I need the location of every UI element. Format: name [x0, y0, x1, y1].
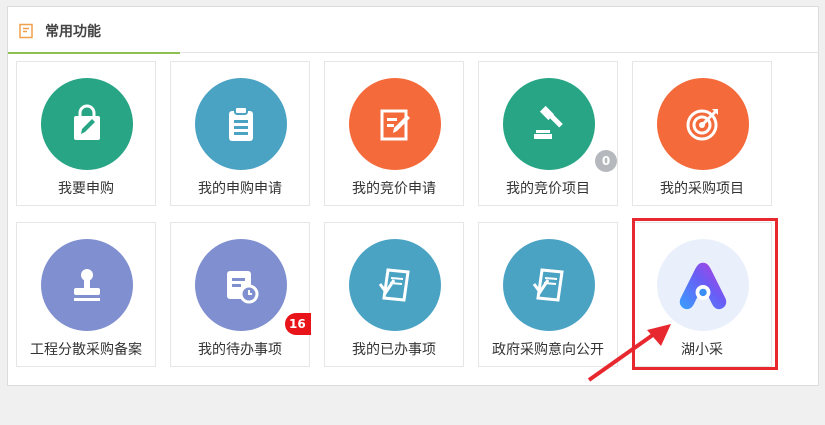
tile-icon-circle	[503, 239, 595, 331]
tile-label: 政府采购意向公开	[492, 342, 604, 358]
hu-xiao-cai-logo-icon	[679, 262, 727, 310]
tile-icon-circle	[195, 239, 287, 331]
clipboard-list-icon	[229, 106, 253, 141]
tile-icon-circle	[657, 78, 749, 170]
tile-icon-circle	[41, 78, 133, 170]
tile-label: 我要申购	[58, 181, 114, 197]
common-functions-panel: 常用功能 我要申购 我的申购申请 我的竞价申请 0 我的竞价项目 我的采购项目 …	[7, 6, 819, 386]
tile-label: 我的申购申请	[198, 181, 282, 197]
tile-wo-de-dai-ban-shi-xiang[interactable]: 16 我的待办事项	[170, 222, 311, 367]
tile-label: 工程分散采购备案	[30, 342, 142, 358]
tile-gong-cheng-fen-san-cai-gou-bei-an[interactable]: 工程分散采购备案	[16, 222, 156, 367]
clipboard-header-icon	[19, 23, 33, 39]
tile-label: 我的采购项目	[660, 181, 744, 197]
target-icon	[686, 109, 718, 141]
tile-label: 我的已办事项	[352, 342, 436, 358]
shopping-bag-edit-icon	[74, 104, 100, 140]
panel-title: 常用功能	[45, 24, 101, 40]
tile-icon-circle	[657, 239, 749, 331]
header-underline	[8, 52, 180, 54]
tile-wo-de-shen-gou-shen-qing[interactable]: 我的申购申请	[170, 61, 310, 206]
tile-icon-circle	[349, 239, 441, 331]
document-check-icon	[532, 268, 564, 302]
stamp-icon	[74, 269, 100, 301]
tile-icon-circle	[349, 78, 441, 170]
tile-wo-de-jing-jia-shen-qing[interactable]: 我的竞价申请	[324, 61, 464, 206]
edit-note-icon	[380, 109, 410, 141]
tile-wo-de-cai-gou-xiang-mu[interactable]: 我的采购项目	[632, 61, 772, 206]
tile-label: 我的竞价申请	[352, 181, 436, 197]
tile-wo-de-jing-jia-xiang-mu[interactable]: 0 我的竞价项目	[478, 61, 618, 206]
document-check-icon	[378, 268, 410, 302]
tile-zheng-fu-cai-gou-yi-xiang-gong-kai[interactable]: 政府采购意向公开	[478, 222, 618, 367]
tile-wo-yao-shen-gou[interactable]: 我要申购	[16, 61, 156, 206]
tile-icon-circle	[503, 78, 595, 170]
calendar-clock-icon	[227, 271, 259, 304]
gavel-icon	[534, 105, 563, 139]
tile-icon-circle	[41, 239, 133, 331]
tile-label: 我的竞价项目	[506, 181, 590, 197]
notification-badge: 0	[595, 150, 617, 172]
panel-header: 常用功能	[8, 7, 818, 54]
tile-label: 我的待办事项	[198, 342, 282, 358]
notification-badge: 16	[285, 313, 311, 335]
tile-wo-de-yi-ban-shi-xiang[interactable]: 我的已办事项	[324, 222, 464, 367]
tile-hu-xiao-cai[interactable]: 湖小采	[632, 222, 772, 367]
tile-label: 湖小采	[681, 342, 723, 358]
tile-icon-circle	[195, 78, 287, 170]
